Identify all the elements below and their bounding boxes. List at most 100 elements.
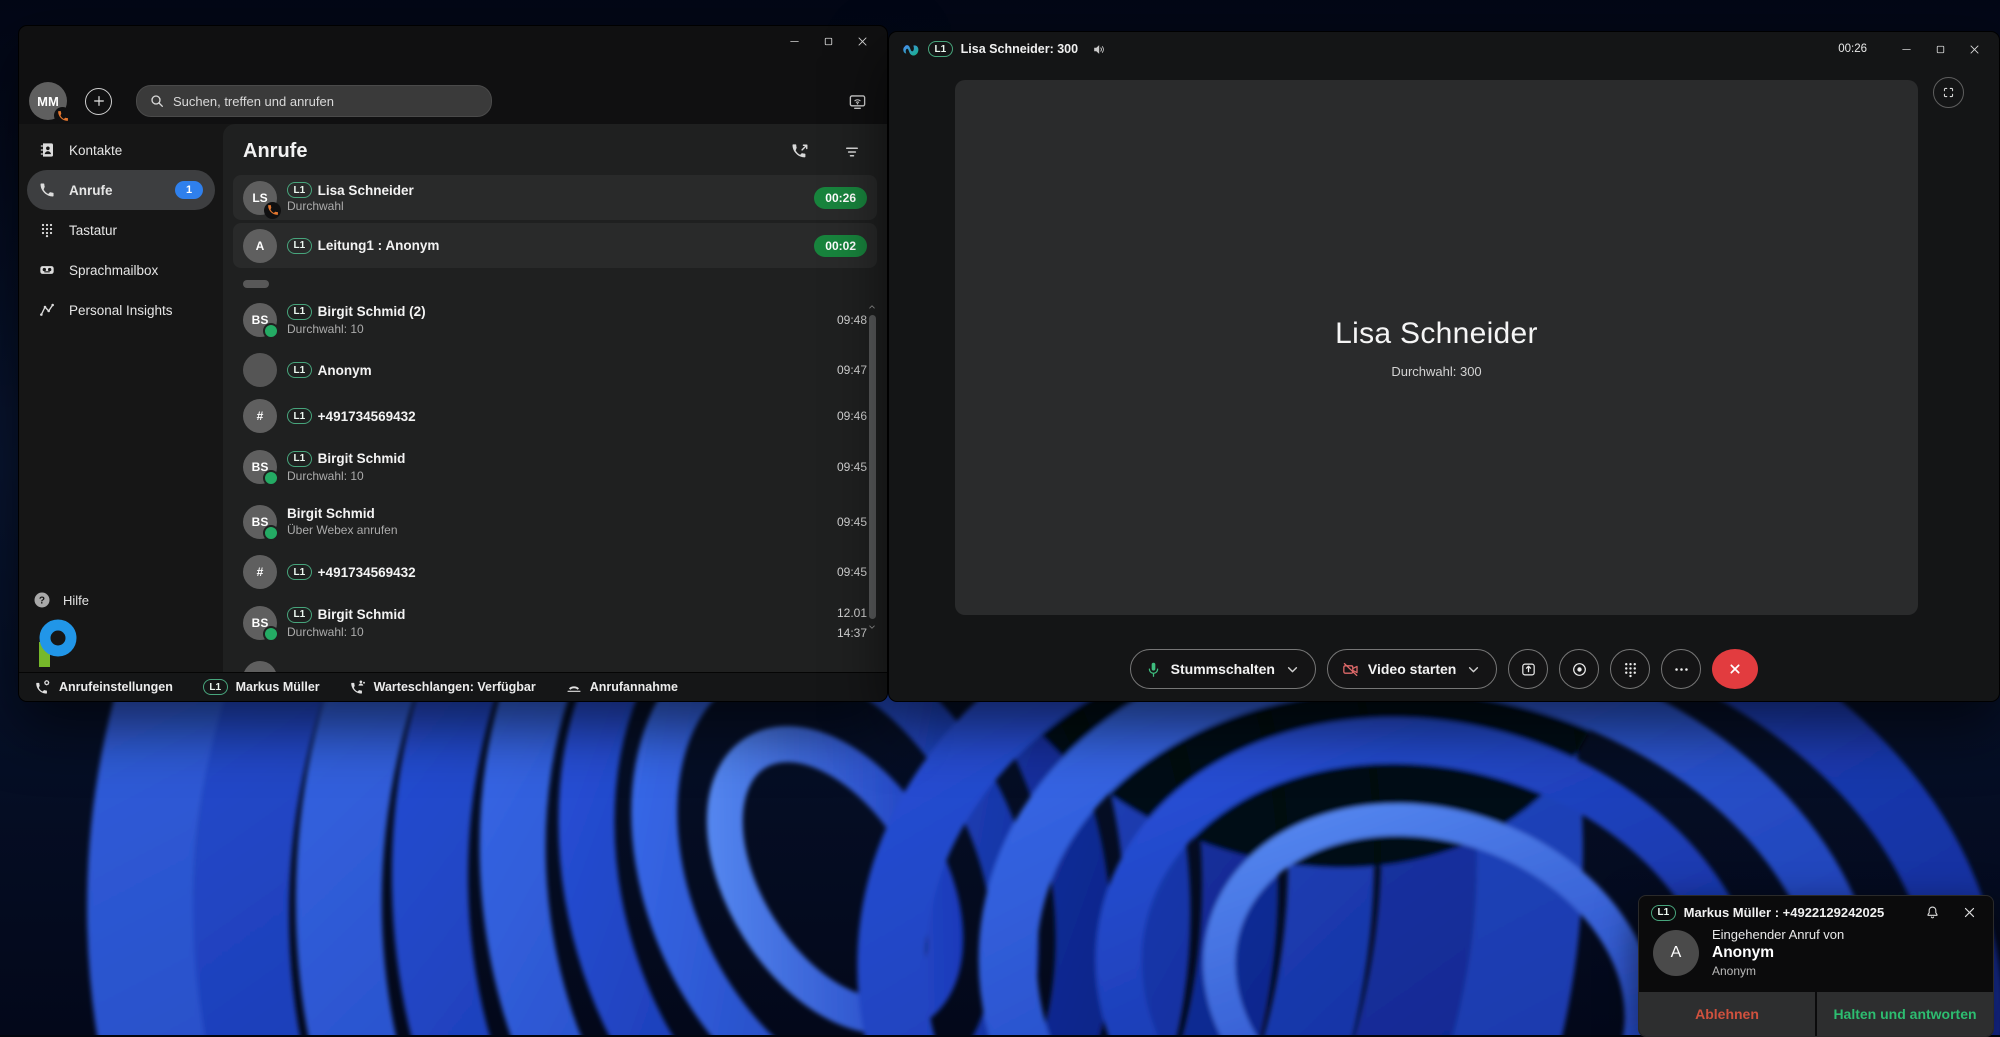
call-history-row[interactable]: # L1 +491734569432 09:45 [233,549,877,595]
presence-dot [263,626,279,642]
status-bar-item[interactable]: L1 Markus Müller [203,679,320,695]
sidebar-item-label: Tastatur [69,223,117,238]
phone-icon [39,182,55,198]
filter-chip[interactable] [243,280,269,288]
sidebar-item-label: Sprachmailbox [69,263,158,278]
sidebar-item[interactable]: Personal Insights [27,290,215,330]
caller-name: Birgit Schmid [318,451,406,466]
avatar: LS [243,181,277,215]
call-time: 09:45 [837,460,867,474]
chevron-down-icon [1284,661,1301,678]
status-bar-item[interactable]: Anrufannahme [566,679,678,695]
status-item-label: Markus Müller [236,680,320,694]
scrollbar[interactable] [866,302,878,632]
call-controls: Stummschalten Video starten [889,649,1999,689]
keypad-icon [39,222,55,238]
caller-name: Leitung1 : Anonym [318,238,440,253]
line-badge: L1 [287,564,312,580]
call-history-row[interactable]: # L1 +491734569432 09:46 [233,393,877,439]
line-badge: L1 [287,304,312,320]
profile-avatar[interactable]: MM [29,82,67,120]
close-icon[interactable] [847,30,877,52]
remote-party-extension: Durchwahl: 300 [1391,364,1481,379]
avatar: BS [243,303,277,337]
record-icon [1571,661,1588,678]
connect-to-device-icon[interactable] [842,91,873,112]
line-badge: L1 [287,362,312,378]
call-history-row[interactable]: BS Birgit Schmid Über Webex anrufen 09:4… [233,494,877,549]
share-screen-button[interactable] [1508,649,1548,689]
chevron-down-icon [1465,661,1482,678]
call-history-row[interactable]: BS L1 Birgit Schmid (2) Durchwahl: 10 09… [233,292,877,347]
dialpad-button[interactable] [1610,649,1650,689]
bell-icon[interactable] [1919,904,1946,921]
active-call-row[interactable]: A L1 Leitung1 : Anonym 00:02 [233,223,877,268]
sidebar-item[interactable]: Kontakte [27,130,215,170]
scrollbar-thumb[interactable] [869,315,876,619]
chevron-down-icon[interactable] [867,622,877,632]
status-bar-item[interactable]: Warteschlangen: Verfügbar [350,679,536,695]
caller-subtitle: Durchwahl: 10 [287,322,426,336]
sidebar-item[interactable]: Sprachmailbox [27,250,215,290]
hold-and-answer-button[interactable]: Halten und antworten [1817,992,1993,1036]
sidebar-item-label: Anrufe [69,183,113,198]
more-options-button[interactable] [1661,649,1701,689]
avatar: BS [243,606,277,640]
call-history-row[interactable]: L1 Anonym 09:47 [233,347,877,393]
call-history-row[interactable]: BS Birgit Schmid 12.01 [233,650,877,673]
decline-button[interactable]: Ablehnen [1639,992,1815,1036]
add-button[interactable] [85,88,112,115]
call-time: 09:45 [837,565,867,579]
sidebar-item[interactable]: Tastatur [27,210,215,250]
end-call-icon [1727,661,1743,677]
sidebar-item-help[interactable]: ? Hilfe [33,591,89,609]
on-call-phone-icon [54,107,71,124]
status-item-label: Anrufannahme [590,680,678,694]
record-button[interactable] [1559,649,1599,689]
call-history-row[interactable]: BS L1 Birgit Schmid Durchwahl: 10 09:45 [233,439,877,494]
chevron-up-icon[interactable] [867,302,877,312]
line-badge: L1 [287,408,312,424]
call-time: 09:48 [837,313,867,327]
sidebar-item-label: Kontakte [69,143,122,158]
active-call-row[interactable]: LS L1 Lisa Schneider Durchwahl 00:26 [233,175,877,220]
call-time-2: 14:37 [837,626,867,640]
avatar: BS [243,505,277,539]
caller-name: Birgit Schmid [318,607,406,622]
start-video-button[interactable]: Video starten [1327,649,1497,689]
phone-settings-icon [35,679,51,695]
status-bar-item[interactable]: Anrufeinstellungen [35,679,173,695]
mute-button[interactable]: Stummschalten [1130,649,1316,689]
call-time: 09:46 [837,409,867,423]
active-call-window: L1 Lisa Schneider: 300 00:26 Lisa Schnei… [888,31,2000,702]
page-title: Anrufe [243,140,307,163]
filter-icon[interactable] [837,142,867,162]
maximize-icon[interactable] [1925,38,1955,60]
fullscreen-icon[interactable] [1933,77,1964,108]
call-duration-badge: 00:26 [814,187,867,209]
help-icon: ? [33,591,51,609]
avatar: # [243,399,277,433]
presence-dot [263,323,279,339]
maximize-icon[interactable] [813,30,843,52]
avatar: BS [243,450,277,484]
caller-subtitle: Durchwahl [287,199,414,213]
close-icon[interactable] [1959,38,1989,60]
notification-title: Markus Müller : +4922129242025 [1684,905,1885,920]
close-icon[interactable] [1956,904,1983,921]
peoplefone-logo [33,619,89,669]
new-call-icon[interactable] [785,142,815,162]
svg-text:?: ? [39,596,45,607]
end-call-button[interactable] [1712,649,1758,689]
call-history-row[interactable]: BS L1 Birgit Schmid Durchwahl: 10 12.01 [233,595,877,650]
minimize-icon[interactable] [779,30,809,52]
minimize-icon[interactable] [1891,38,1921,60]
on-call-phone-icon [264,202,281,219]
webex-main-window: MM Suchen, treffen und anrufen Kontakte … [18,25,888,702]
search-input[interactable]: Suchen, treffen und anrufen [136,85,492,117]
sidebar-item[interactable]: Anrufe 1 [27,170,215,210]
caller-name: +491734569432 [318,409,416,424]
presence-dot [263,525,279,541]
dialpad-icon [1622,661,1639,678]
line-badge: L1 [287,182,312,198]
